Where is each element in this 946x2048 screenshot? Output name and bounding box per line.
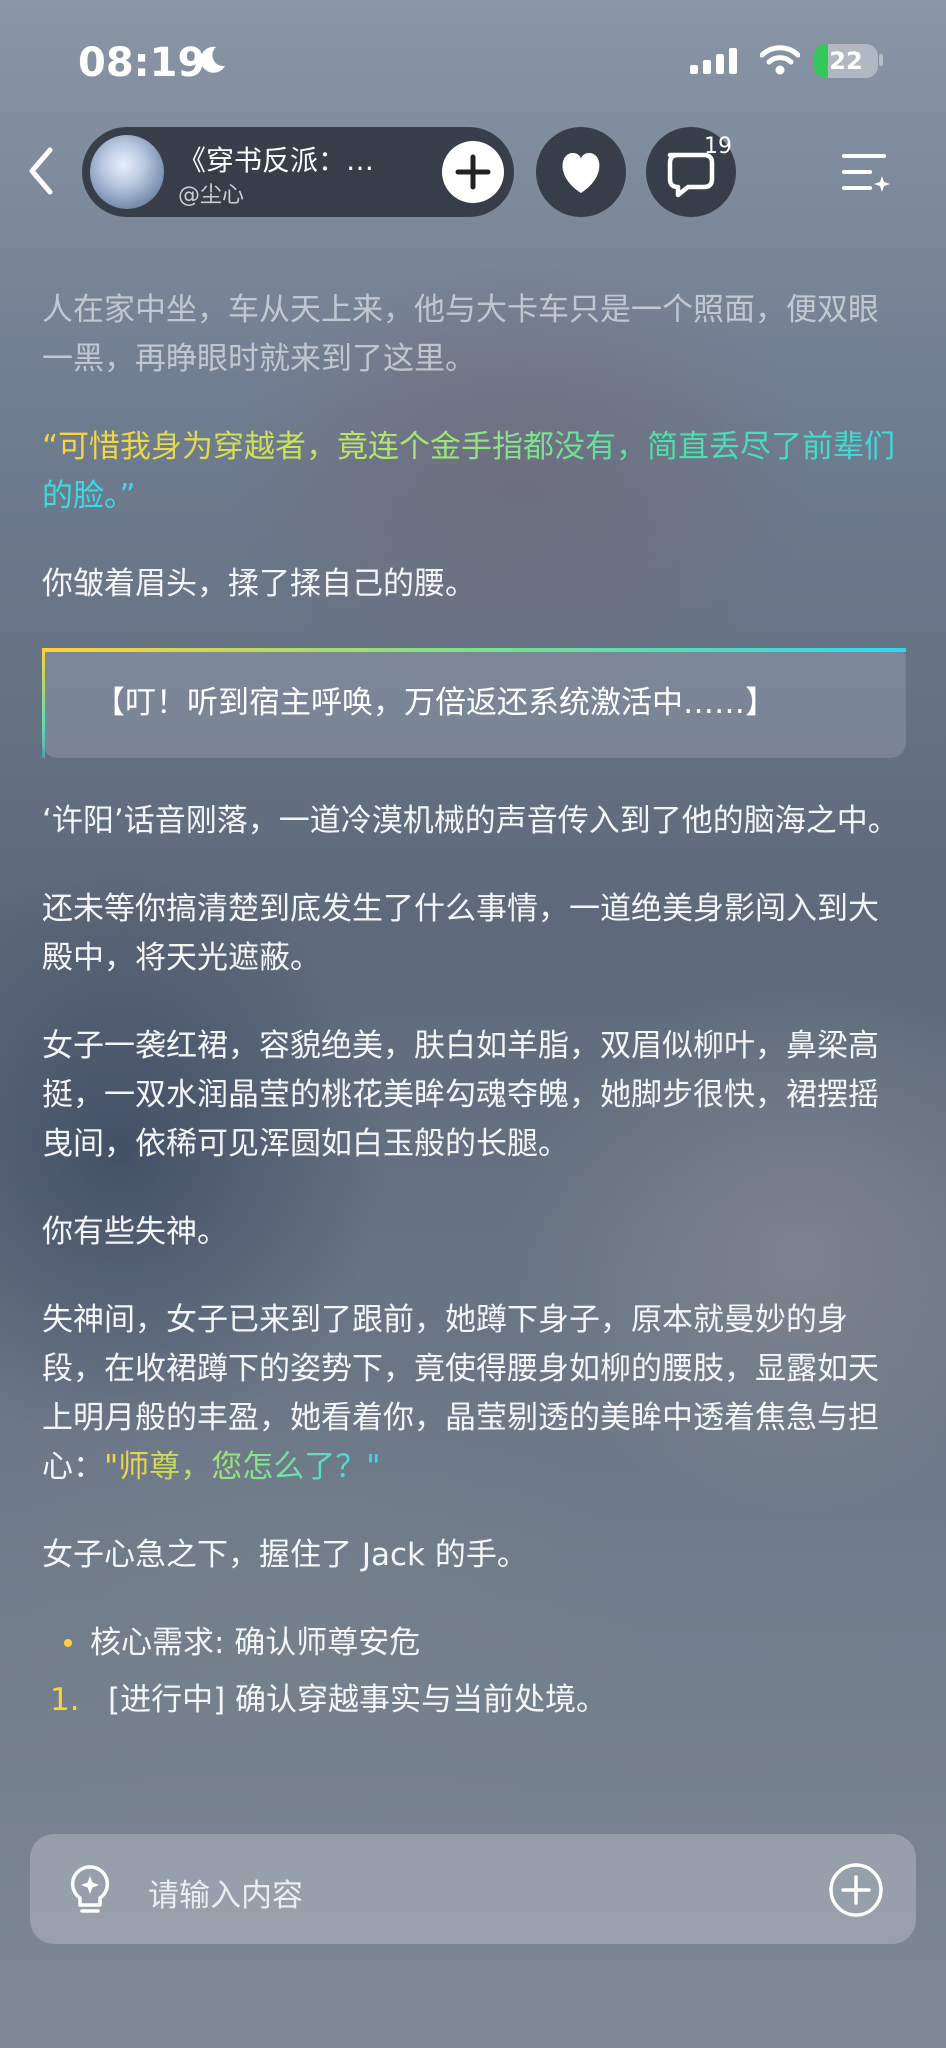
plus-circle-icon[interactable] (828, 1862, 884, 1918)
reading-content: 人在家中坐，车从天上来，他与大卡车只是一个照面，便双眼一黑，再睁眼时就来到了这里… (42, 286, 906, 1725)
book-cover-avatar (90, 135, 164, 209)
input-placeholder[interactable]: 请输入内容 (148, 1870, 303, 1915)
system-message-box: 【叮！听到宿主呼唤，万倍返还系统激活中……】 (42, 648, 906, 758)
list-number: 1. (50, 1682, 80, 1718)
like-button[interactable] (536, 127, 626, 217)
add-to-shelf-button[interactable] (442, 141, 504, 203)
plus-icon (455, 154, 491, 190)
battery-cap (879, 54, 883, 66)
back-chevron-icon[interactable] (22, 146, 62, 196)
paragraph: 你皱着眉头，揉了揉自己的腰。 (42, 566, 476, 602)
list-menu-icon[interactable] (840, 146, 892, 198)
book-info-pill[interactable]: 《穿书反派：… @尘心 (82, 127, 514, 217)
numbered-item: 1. [进行中] 确认穿越事实与当前处境。 (42, 1676, 906, 1725)
book-title: 《穿书反派：… (178, 144, 375, 177)
status-time: 08:19 (78, 40, 206, 86)
battery-level: 22 (829, 47, 863, 75)
signal-icon (690, 48, 737, 74)
highlight-quote: “可惜我身为穿越者，竟连个金手指都没有，简直丢尽了前辈们的脸。” (42, 429, 896, 514)
bullet-dot (64, 1639, 72, 1647)
paragraph: 你有些失神。 (42, 1214, 228, 1250)
paragraph-text: 人在家中坐，车从天上来，他与大卡车只是一个照面，便双眼一黑，再睁眼时就来到了这里… (42, 292, 879, 377)
heart-icon (562, 152, 600, 193)
message-input-bar[interactable]: 请输入内容 (30, 1834, 916, 1944)
paragraph: 失神间，女子已来到了跟前，她蹲下身子，原本就曼妙的身段，在收裙蹲下的姿势下，竟使… (42, 1296, 906, 1492)
paragraph: ‘许阳’话音刚落，一道冷漠机械的声音传入到了他的脑海之中。 (42, 803, 899, 839)
status-bar: 08:19 22 (0, 0, 946, 120)
numbered-item-text: [进行中] 确认穿越事实与当前处境。 (108, 1682, 608, 1718)
battery-indicator: 22 (814, 44, 878, 78)
lightbulb-icon[interactable] (64, 1863, 116, 1917)
bullet-text: 核心需求: 确认师尊安危 (90, 1625, 421, 1661)
paragraph: 还未等你搞清楚到底发生了什么事情，一道绝美身影闯入到大殿中，将天光遮蔽。 (42, 891, 879, 976)
wifi-icon (760, 45, 800, 75)
paragraph: 女子一袭红裙，容貌绝美，肤白如羊脂，双眉似柳叶，鼻梁高挺，一双水润晶莹的桃花美眸… (42, 1028, 879, 1162)
comment-count: 19 (704, 134, 732, 159)
quote-paragraph: “可惜我身为穿越者，竟连个金手指都没有，简直丢尽了前辈们的脸。” (42, 423, 906, 521)
paragraph: 人在家中坐，车从天上来，他与大卡车只是一个照面，便双眼一黑，再睁眼时就来到了这里… (42, 286, 906, 384)
paragraph: 女子心急之下，握住了 Jack 的手。 (42, 1537, 528, 1573)
dialogue-quote: "师尊，您怎么了？" (104, 1449, 381, 1485)
bullet-item: 核心需求: 确认师尊安危 (42, 1619, 906, 1668)
system-message-text: 【叮！听到宿主呼唤，万倍返还系统激活中……】 (94, 685, 776, 721)
book-author: @尘心 (178, 183, 245, 208)
moon-icon (200, 46, 225, 73)
